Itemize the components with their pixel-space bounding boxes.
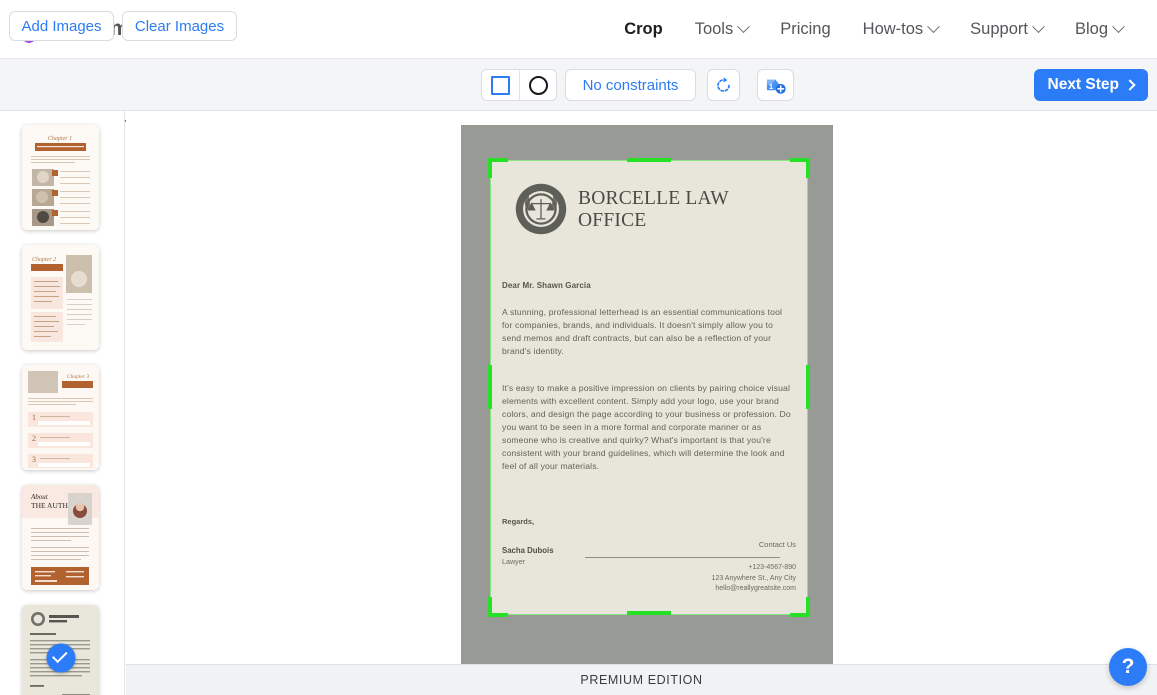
main-nav: Crop Tools Pricing How-tos Support Blog xyxy=(608,14,1139,45)
chevron-right-icon xyxy=(1124,79,1136,91)
document-preview: BORCELLE LAW OFFICE Dear Mr. Shawn Garci… xyxy=(490,160,808,615)
add-images-button[interactable]: Add Images xyxy=(9,11,114,41)
thumbnail-item-4[interactable]: About THE AUTHOR xyxy=(22,485,99,590)
image-stage[interactable]: BORCELLE LAW OFFICE Dear Mr. Shawn Garci… xyxy=(461,125,833,664)
nav-item-support[interactable]: Support xyxy=(954,14,1059,45)
document-title: BORCELLE LAW OFFICE xyxy=(578,188,729,231)
thumbnail-item-3[interactable]: Chapter 3 1 2 3 xyxy=(22,365,99,470)
document-contact-phone: +123-4567-890 xyxy=(748,564,796,571)
document-signer-role: Lawyer xyxy=(502,557,526,566)
document-contact-address: 123 Anywhere St., Any City xyxy=(711,574,796,582)
canvas-area: BORCELLE LAW OFFICE Dear Mr. Shawn Garci… xyxy=(126,111,1157,664)
document-paragraph-1: A stunning, professional letterhead is a… xyxy=(502,307,783,356)
thumbnail-preview-3: Chapter 3 1 2 3 xyxy=(22,365,99,470)
chevron-down-icon xyxy=(737,19,751,33)
apply-to-all-button[interactable]: 1 xyxy=(757,69,794,101)
thumbnail-preview-4: About THE AUTHOR xyxy=(22,485,99,590)
thumbnail-preview-2: Chapter 2 xyxy=(22,245,99,350)
thumbnail-preview-1: Chapter 1 xyxy=(22,125,99,230)
rotate-button[interactable] xyxy=(707,69,740,101)
nav-item-pricing[interactable]: Pricing xyxy=(764,14,846,45)
clear-images-button[interactable]: Clear Images xyxy=(122,11,237,41)
next-step-button[interactable]: Next Step xyxy=(1033,69,1148,101)
thumbnail-item-1[interactable]: Chapter 1 xyxy=(22,125,99,230)
circle-icon xyxy=(528,75,548,95)
nav-label-how-tos: How-tos xyxy=(862,19,924,38)
svg-text:Chapter 2: Chapter 2 xyxy=(32,257,56,263)
crop-handle-left-center[interactable] xyxy=(488,365,492,409)
document-salutation: Dear Mr. Shawn Garcia xyxy=(502,281,591,290)
svg-text:3: 3 xyxy=(32,455,36,464)
constraints-dropdown[interactable]: No constraints xyxy=(565,69,696,101)
chevron-down-icon xyxy=(927,19,941,33)
nav-label-tools: Tools xyxy=(694,19,734,38)
crop-shape-group xyxy=(481,69,557,101)
document-contact-email: hello@reallygreatsite.com xyxy=(715,585,796,592)
svg-text:Chapter 3: Chapter 3 xyxy=(67,374,89,380)
premium-edition-label: PREMIUM EDITION xyxy=(580,673,703,687)
document-closing: Regards, xyxy=(502,517,535,526)
svg-text:About: About xyxy=(30,493,49,501)
crop-handle-top-center[interactable] xyxy=(627,158,671,162)
document-paragraph-2: It's easy to make a positive impression … xyxy=(502,383,791,471)
nav-label-blog: Blog xyxy=(1074,19,1108,38)
nav-label-pricing: Pricing xyxy=(780,19,831,38)
nav-item-crop[interactable]: Crop xyxy=(608,14,679,45)
document-divider xyxy=(585,557,780,558)
thumbnail-sidebar[interactable]: Chapter 1 Chapter 2 Chapter 3 1 2 3 Abou… xyxy=(0,111,125,695)
help-button[interactable]: ? xyxy=(1109,648,1147,686)
apply-to-all-icon: 1 xyxy=(766,79,786,94)
square-icon xyxy=(491,75,510,95)
thumbnail-item-2[interactable]: Chapter 2 xyxy=(22,245,99,350)
nav-item-blog[interactable]: Blog xyxy=(1059,14,1139,45)
bottom-status-bar: PREMIUM EDITION xyxy=(126,664,1157,695)
rotate-left-icon xyxy=(717,77,730,92)
crop-shape-ellipse-button[interactable] xyxy=(519,70,556,100)
chevron-down-icon xyxy=(1112,19,1125,33)
svg-text:Chapter 1: Chapter 1 xyxy=(48,136,72,142)
scales-of-justice-emblem-icon xyxy=(515,183,567,235)
document-signer-name: Sacha Dubois xyxy=(502,546,554,555)
nav-item-how-tos[interactable]: How-tos xyxy=(847,14,955,45)
thumbnail-selected-check-icon xyxy=(46,643,75,672)
nav-label-crop: Crop xyxy=(624,19,663,38)
chevron-down-icon xyxy=(1032,19,1045,33)
next-step-label: Next Step xyxy=(1047,76,1120,93)
nav-item-tools[interactable]: Tools xyxy=(679,14,765,45)
crop-handle-bottom-center[interactable] xyxy=(627,611,671,615)
crop-handle-right-center[interactable] xyxy=(806,365,810,409)
thumbnail-item-5[interactable] xyxy=(22,605,99,695)
document-contact-block: +123-4567-890 123 Anywhere St., Any City… xyxy=(712,563,796,595)
document-contact-title: Contact Us xyxy=(758,540,796,549)
crop-shape-rectangle-button[interactable] xyxy=(482,70,519,100)
svg-text:1: 1 xyxy=(32,413,36,422)
svg-text:2: 2 xyxy=(32,434,36,443)
nav-label-support: Support xyxy=(970,19,1028,38)
